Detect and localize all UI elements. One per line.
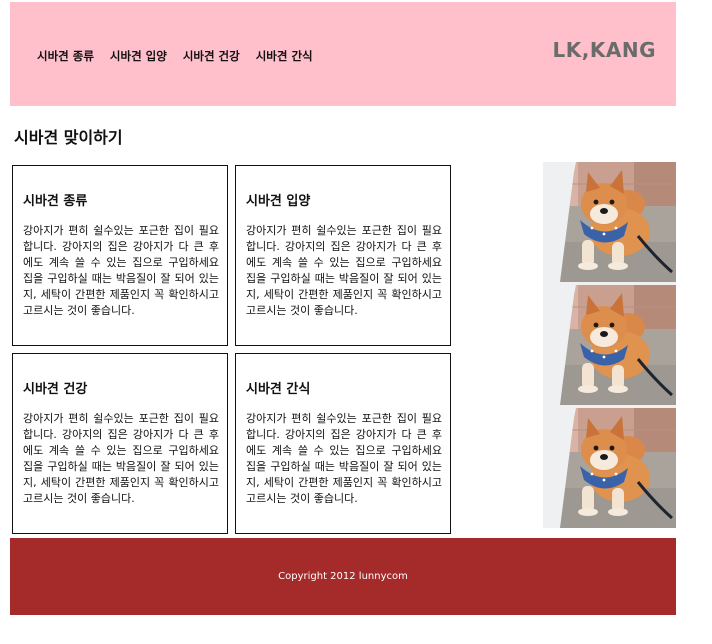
article-card-snacks: 시바견 간식 강아지가 편히 쉴수있는 포근한 집이 필요합니다. 강아지의 집… [235, 353, 451, 534]
shiba-photo-1 [546, 162, 676, 282]
photo-column [543, 162, 676, 528]
nav-item-adoption[interactable]: 시바견 입양 [110, 48, 167, 64]
site-logo[interactable]: LK,KANG [553, 38, 656, 62]
header: 시바견 종류 시바견 입양 시바견 건강 시바견 간식 LK,KANG [10, 2, 676, 106]
article-card-health: 시바견 건강 강아지가 편히 쉴수있는 포근한 집이 필요합니다. 강아지의 집… [12, 353, 228, 534]
shiba-photo-2 [546, 285, 676, 405]
card-body: 강아지가 편히 쉴수있는 포근한 집이 필요합니다. 강아지의 집은 강아지가 … [23, 412, 219, 505]
nav-item-types[interactable]: 시바견 종류 [37, 48, 94, 64]
shiba-photo-3 [546, 408, 676, 528]
main-nav: 시바견 종류 시바견 입양 시바견 건강 시바견 간식 [37, 48, 313, 64]
card-title: 시바견 건강 [23, 382, 88, 397]
page-wrapper: 시바견 종류 시바견 입양 시바견 건강 시바견 간식 LK,KANG 시바견 … [10, 0, 676, 644]
card-body: 강아지가 편히 쉴수있는 포근한 집이 필요합니다. 강아지의 집은 강아지가 … [246, 224, 442, 317]
card-body: 강아지가 편히 쉴수있는 포근한 집이 필요합니다. 강아지의 집은 강아지가 … [246, 412, 442, 505]
nav-item-snacks[interactable]: 시바견 간식 [256, 48, 313, 64]
card-title: 시바견 종류 [23, 194, 88, 209]
card-title: 시바견 입양 [246, 194, 311, 209]
article-card-types: 시바견 종류 강아지가 편히 쉴수있는 포근한 집이 필요합니다. 강아지의 집… [12, 165, 228, 346]
article-card-adoption: 시바견 입양 강아지가 편히 쉴수있는 포근한 집이 필요합니다. 강아지의 집… [235, 165, 451, 346]
nav-item-health[interactable]: 시바견 건강 [183, 48, 240, 64]
copyright-text: Copyright 2012 lunnycom [278, 571, 408, 582]
page-title: 시바견 맞이하기 [14, 128, 123, 147]
footer: Copyright 2012 lunnycom [10, 538, 676, 615]
card-title: 시바견 간식 [246, 382, 311, 397]
card-body: 강아지가 편히 쉴수있는 포근한 집이 필요합니다. 강아지의 집은 강아지가 … [23, 224, 219, 317]
